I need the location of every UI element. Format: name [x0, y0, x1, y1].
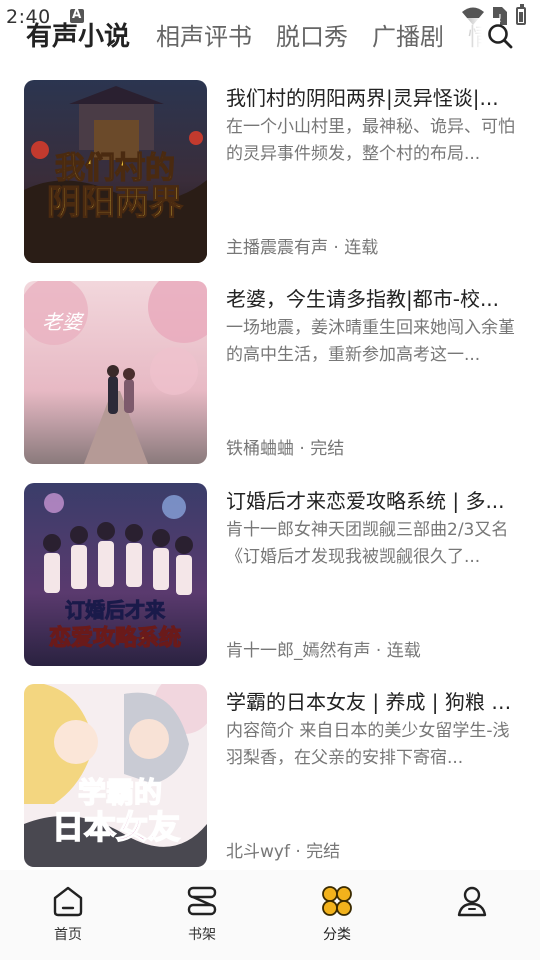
book-title[interactable]: 我们村的阴阳两界|灵异怪谈|... — [226, 84, 518, 112]
category-icon — [322, 886, 352, 916]
list-item[interactable]: 订婚后才来 恋爱攻略系统 订婚后才来恋爱攻略系统 | 多... 肯十一郎女神天团… — [0, 483, 540, 668]
cover-image: 我们村的 阴阳两界 — [24, 80, 207, 263]
cover-image: 订婚后才来 恋爱攻略系统 — [24, 483, 207, 666]
book-cover[interactable]: 老婆 — [24, 281, 207, 464]
svg-text:老婆: 老婆 — [42, 310, 85, 334]
nav-home-label: 首页 — [54, 927, 82, 943]
app-screen: 2:40 ! 有声小说 相声评书 脱口秀 广播剧 情 — [0, 0, 540, 960]
tab-audio-novel[interactable]: 有声小说 — [26, 18, 130, 56]
nav-bookshelf[interactable]: 书架 — [162, 884, 242, 950]
cover-image: 学霸的 日本女友 — [24, 684, 207, 867]
bottom-navigation: 首页 书架 分类 — [0, 870, 540, 960]
list-item[interactable]: 我们村的 阴阳两界 我们村的阴阳两界|灵异怪谈|... 在一个小山村里，最神秘、… — [0, 80, 540, 265]
book-title[interactable]: 老婆，今生请多指教|都市-校... — [226, 285, 518, 313]
nav-home[interactable]: 首页 — [28, 884, 108, 950]
home-icon — [53, 886, 83, 917]
book-title[interactable]: 学霸的日本女友 | 养成 | 狗粮 | ... — [226, 688, 518, 716]
svg-text:我们村的: 我们村的 — [55, 151, 175, 186]
book-meta: 主播震震有声 · 连载 — [226, 238, 379, 258]
book-cover[interactable]: 学霸的 日本女友 — [24, 684, 207, 867]
book-meta: 铁桶蛐蛐 · 完结 — [226, 439, 345, 459]
svg-text:阴阳两界: 阴阳两界 — [47, 183, 183, 223]
category-tabs: 有声小说 相声评书 脱口秀 广播剧 情 — [0, 18, 540, 58]
book-description: 肯十一郎女神天团觊觎三部曲2/3又名《订婚后才发现我被觊觎很久了... — [226, 520, 509, 567]
svg-text:订婚后才来: 订婚后才来 — [65, 598, 166, 622]
svg-text:恋爱攻略系统: 恋爱攻略系统 — [49, 625, 181, 651]
search-icon — [488, 24, 513, 49]
list-item[interactable]: 学霸的 日本女友 学霸的日本女友 | 养成 | 狗粮 | ... 内容简介 来自… — [0, 684, 540, 869]
book-cover[interactable]: 我们村的 阴阳两界 — [24, 80, 207, 263]
book-title[interactable]: 订婚后才来恋爱攻略系统 | 多... — [226, 487, 518, 515]
book-description: 在一个小山村里，最神秘、诡异、可怕的灵异事件频发，整个村的布局... — [226, 117, 515, 164]
book-description: 一场地震，姜沐晴重生回来她闯入余堇的高中生活，重新参加高考这一... — [226, 318, 515, 365]
book-cover[interactable]: 订婚后才来 恋爱攻略系统 — [24, 483, 207, 666]
list-item[interactable]: 老婆 老婆，今生请多指教|都市-校... 一场地震，姜沐晴重生回来她闯入余堇的高… — [0, 281, 540, 466]
book-meta: 肯十一郎_嫣然有声 · 连载 — [226, 641, 421, 661]
svg-text:日本女友: 日本女友 — [52, 808, 180, 846]
search-button[interactable] — [486, 18, 518, 54]
tab-radio-drama[interactable]: 广播剧 — [372, 18, 444, 56]
nav-category[interactable]: 分类 — [297, 884, 377, 950]
book-description: 内容简介 来自日本的美少女留学生-浅羽梨香，在父亲的安排下寄宿... — [226, 721, 510, 768]
cover-image: 老婆 — [24, 281, 207, 464]
tab-talk-show[interactable]: 脱口秀 — [276, 18, 348, 56]
book-meta: 北斗wyf · 完结 — [226, 842, 341, 862]
tab-crosstalk[interactable]: 相声评书 — [156, 18, 252, 56]
bookshelf-icon — [187, 886, 217, 916]
nav-category-label: 分类 — [323, 927, 351, 943]
nav-profile[interactable] — [432, 884, 512, 950]
nav-bookshelf-label: 书架 — [188, 927, 216, 943]
svg-text:学霸的: 学霸的 — [78, 776, 162, 809]
profile-icon — [457, 886, 487, 917]
